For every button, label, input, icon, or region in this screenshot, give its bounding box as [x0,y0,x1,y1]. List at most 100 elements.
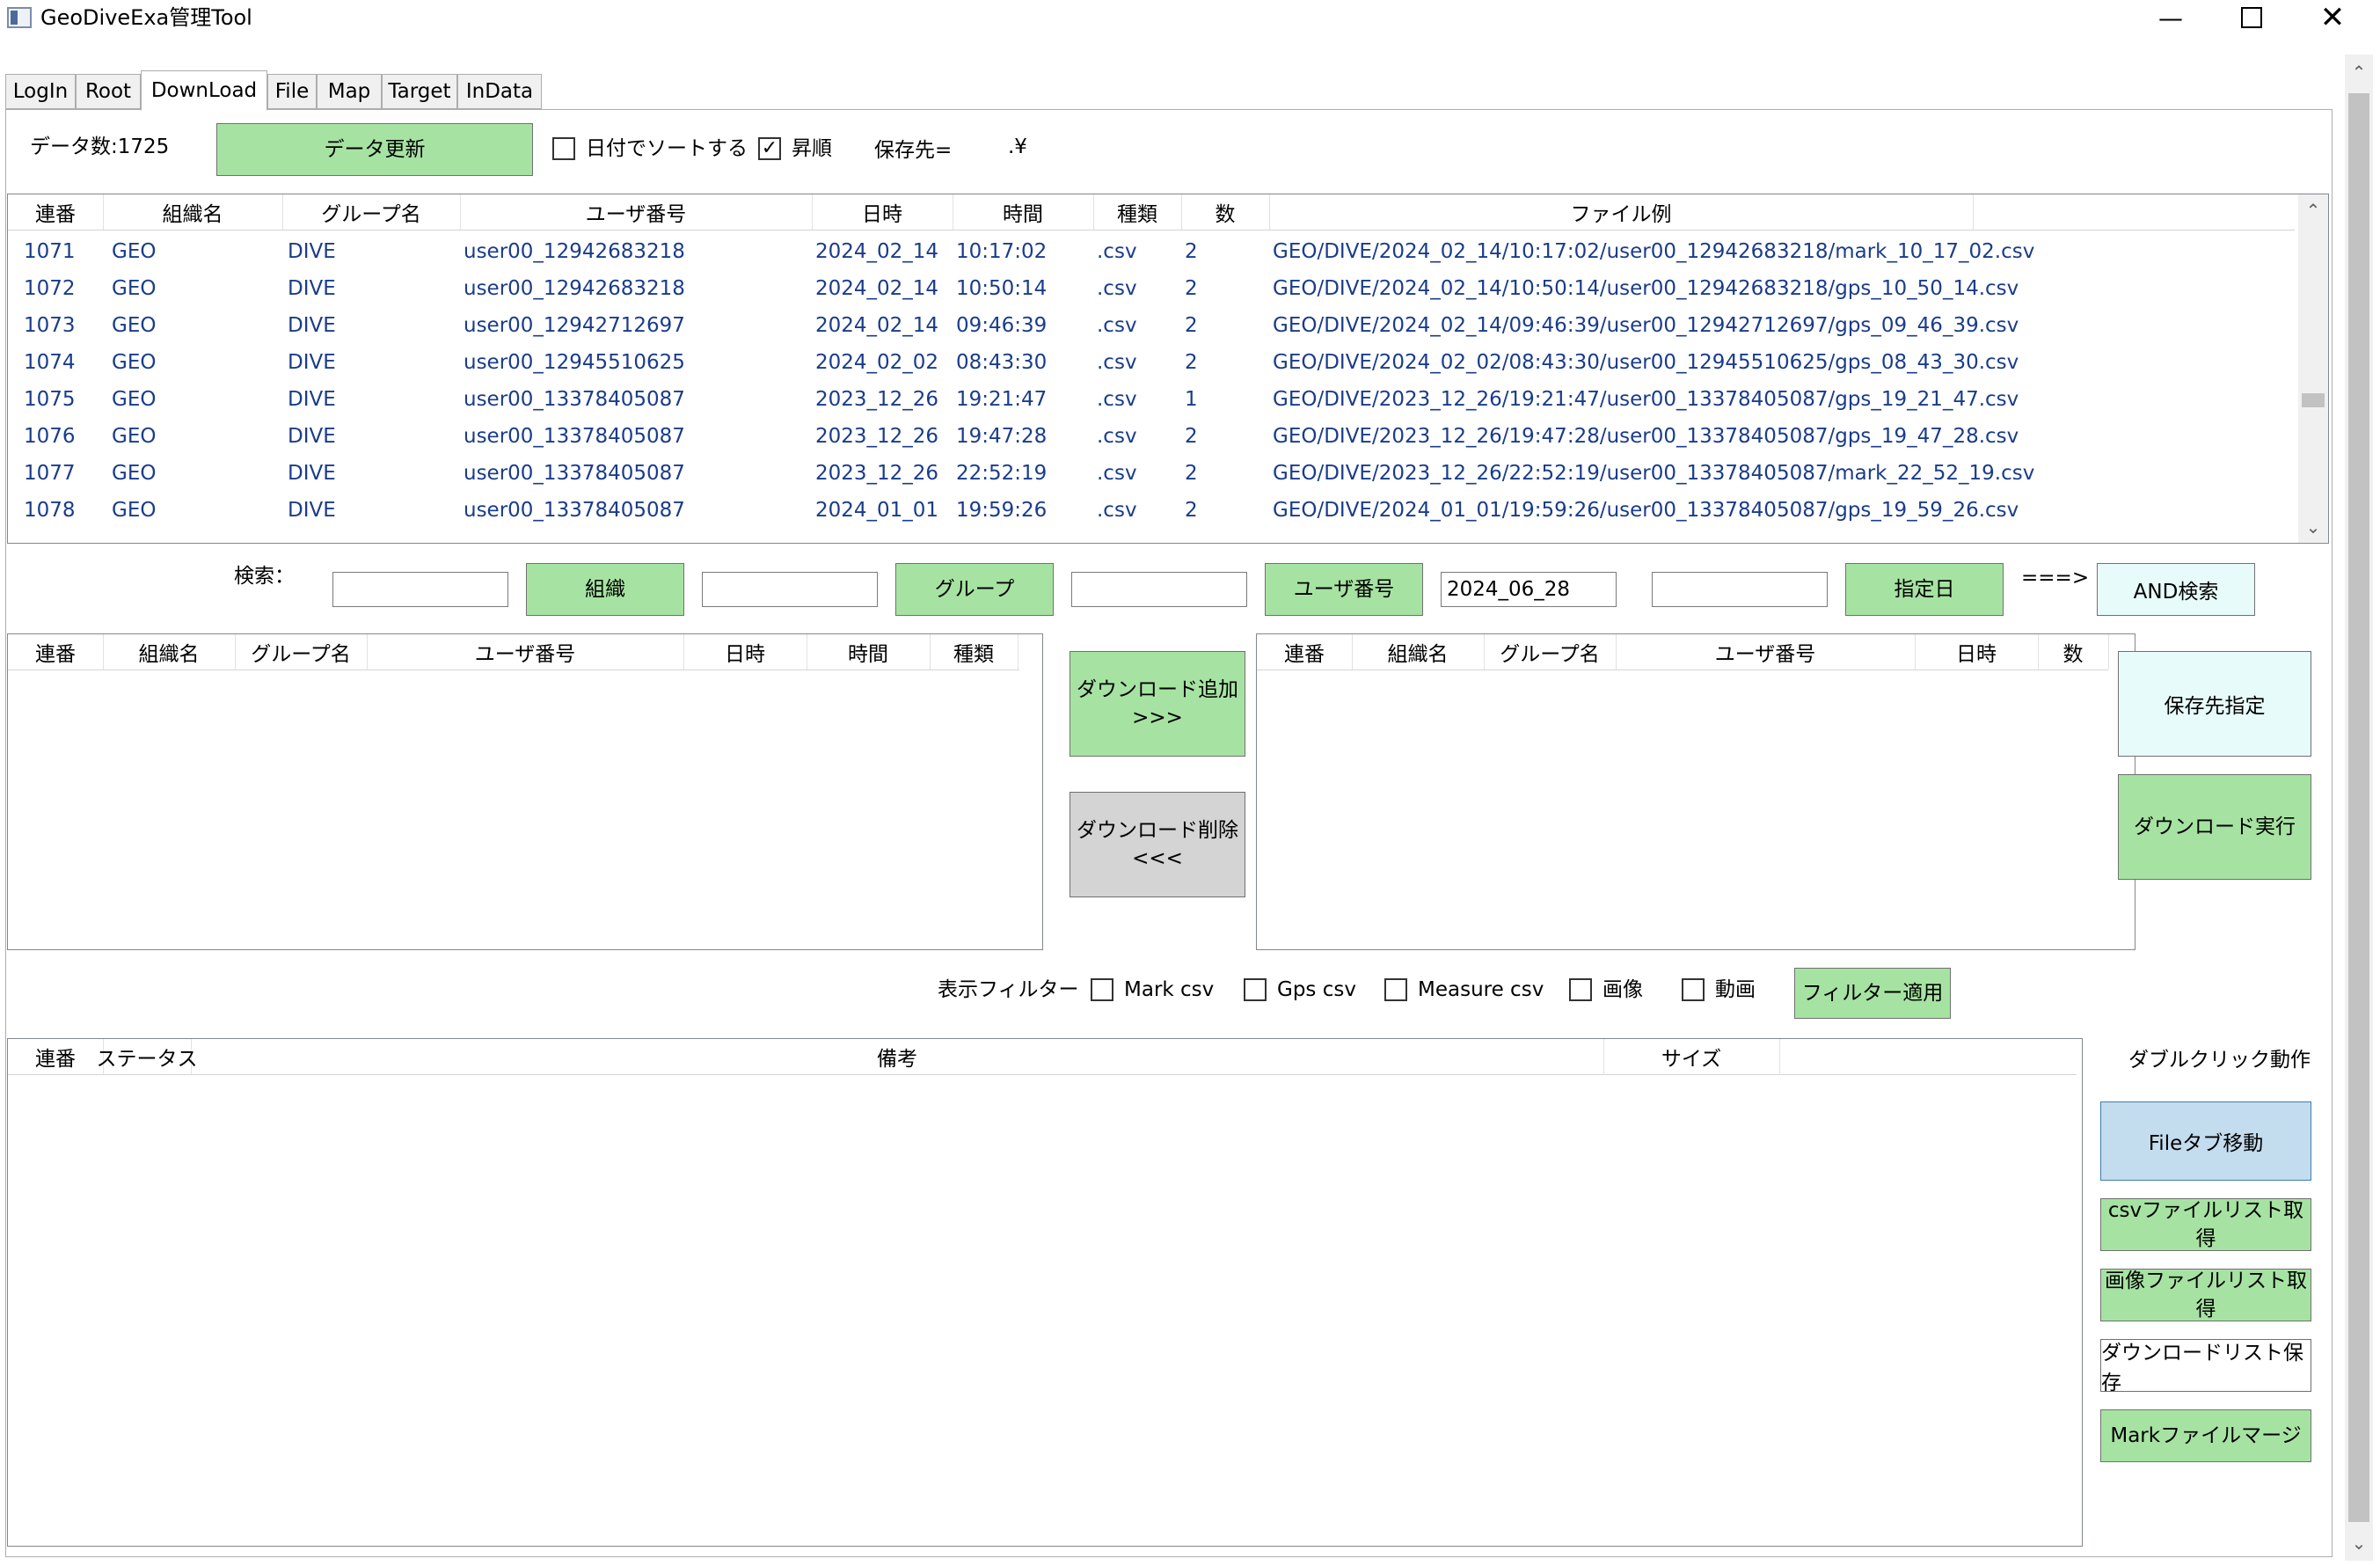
data-refresh-button[interactable]: データ更新 [216,123,533,176]
main-data-table[interactable]: 連番 組織名 グループ名 ユーザ番号 日時 時間 種類 数 ファイル例 1071… [7,194,2329,544]
scroll-down-icon[interactable]: ⌄ [2298,511,2328,543]
col-header-no[interactable]: 連番 [8,194,104,230]
date-search-input[interactable]: 2024_06_28 [1441,572,1617,607]
tab-download[interactable]: DownLoad [141,70,267,111]
cell-group: DIVE [288,425,336,448]
mark-csv-checkbox[interactable] [1091,978,1113,1001]
group-search-input[interactable] [702,572,878,607]
col-header-user[interactable]: ユーザ番号 [1616,634,1916,670]
col-header-no[interactable]: 連番 [8,1039,104,1074]
extra-search-input[interactable] [1652,572,1828,607]
cell-user: user00_12942683218 [464,240,685,263]
col-header-no[interactable]: 連番 [1257,634,1353,670]
group-search-button[interactable]: グループ [895,563,1054,616]
col-header-group[interactable]: グループ名 [1484,634,1617,670]
tab-target[interactable]: Target [382,74,457,109]
date-search-button[interactable]: 指定日 [1845,563,2004,616]
cell-count: 2 [1185,351,1198,374]
main-table-header: 連番 組織名 グループ名 ユーザ番号 日時 時間 種類 数 ファイル例 [8,194,2295,231]
video-checkbox[interactable] [1682,978,1705,1001]
col-header-note[interactable]: 備考 [191,1039,1604,1074]
col-header-file-example[interactable]: ファイル例 [1269,194,1974,230]
dblclick-label: ダブルクリック動作 [2128,1049,2311,1072]
table-row[interactable]: 1071 GEO DIVE user00_12942683218 2024_02_14 1… [8,233,2295,270]
table-row[interactable]: 1073 GEO DIVE user00_12942712697 2024_02_14 0… [8,307,2295,344]
scroll-up-icon[interactable]: ⌃ [2345,55,2373,90]
tab-root[interactable]: Root [76,74,141,109]
table-row[interactable]: 1074 GEO DIVE user00_12945510625 2024_02_02 0… [8,344,2295,381]
cell-date: 2024_02_02 [815,351,939,374]
col-header-date[interactable]: 日時 [812,194,953,230]
table-row[interactable]: 1075 GEO DIVE user00_13378405087 2023_12_26 1… [8,381,2295,418]
measure-csv-checkbox[interactable] [1384,978,1407,1001]
mark-merge-button[interactable]: Markファイルマージ [2100,1409,2311,1462]
cell-time: 10:50:14 [956,277,1048,300]
col-header-group[interactable]: グループ名 [235,634,368,670]
sort-by-date-label: 日付でソートする [586,137,748,160]
cell-file-example: GEO/DIVE/2024_02_02/08:43:30/user00_1294… [1273,351,2019,374]
table-row[interactable]: 1072 GEO DIVE user00_12942683218 2024_02_14 1… [8,270,2295,307]
scrollbar-thumb[interactable] [2348,93,2369,1522]
status-table[interactable]: 連番 ステータス 備考 サイズ [7,1038,2083,1547]
col-header-org[interactable]: 組織名 [1352,634,1485,670]
minimize-icon[interactable]: — [2135,0,2206,35]
col-header-size[interactable]: サイズ [1603,1039,1780,1074]
user-search-input[interactable] [1071,572,1247,607]
sort-by-date-checkbox[interactable] [552,137,575,160]
org-search-button[interactable]: 組織 [526,563,684,616]
scrollbar-thumb[interactable] [2302,393,2325,407]
data-count-label: データ数:1725 [30,135,170,158]
table-row[interactable]: 1076 GEO DIVE user00_13378405087 2023_12_26 1… [8,418,2295,455]
tab-indata[interactable]: InData [457,74,542,109]
ascending-checkbox[interactable]: ✓ [758,137,781,160]
col-header-no[interactable]: 連番 [8,634,104,670]
cell-file-example: GEO/DIVE/2023_12_26/19:21:47/user00_1337… [1273,388,2019,411]
col-header-user[interactable]: ユーザ番号 [367,634,684,670]
scroll-up-icon[interactable]: ⌃ [2298,194,2328,226]
tab-login[interactable]: LogIn [5,74,76,109]
file-tab-move-button[interactable]: Fileタブ移動 [2100,1101,2311,1181]
download-run-button[interactable]: ダウンロード実行 [2118,774,2311,880]
gps-csv-checkbox[interactable] [1244,978,1267,1001]
col-header-type[interactable]: 種類 [1093,194,1182,230]
and-search-button[interactable]: AND検索 [2097,563,2255,616]
close-icon[interactable]: ✕ [2297,0,2368,35]
main-table-scrollbar[interactable]: ⌃ ⌄ [2298,194,2328,543]
col-header-user[interactable]: ユーザ番号 [460,194,813,230]
col-header-group[interactable]: グループ名 [282,194,461,230]
scroll-down-icon[interactable]: ⌄ [2345,1526,2373,1561]
col-header-time[interactable]: 時間 [807,634,931,670]
col-header-org[interactable]: 組織名 [103,194,283,230]
col-header-count[interactable]: 数 [1181,194,1270,230]
user-search-button[interactable]: ユーザ番号 [1265,563,1423,616]
col-header-date[interactable]: 日時 [1915,634,2039,670]
table-row[interactable]: 1078 GEO DIVE user00_13378405087 2024_01_01 1… [8,492,2295,529]
col-header-date[interactable]: 日時 [683,634,807,670]
cell-type: .csv [1097,351,1137,374]
search-result-list[interactable]: 連番 組織名 グループ名 ユーザ番号 日時 時間 種類 [7,633,1043,950]
save-dest-button[interactable]: 保存先指定 [2118,651,2311,757]
table-row[interactable]: 1077 GEO DIVE user00_13378405087 2023_12_26 2… [8,455,2295,492]
tab-file[interactable]: File [267,74,317,109]
download-add-button[interactable]: ダウンロード追加 >>> [1070,651,1245,757]
org-search-input[interactable] [332,572,508,607]
image-checkbox[interactable] [1569,978,1592,1001]
col-header-type[interactable]: 種類 [930,634,1018,670]
csv-list-button[interactable]: csvファイルリスト取得 [2100,1198,2311,1251]
save-download-list-button[interactable]: ダウンロードリスト保存 [2100,1339,2311,1394]
tab-map[interactable]: Map [317,74,382,109]
download-queue-list[interactable]: 連番 組織名 グループ名 ユーザ番号 日時 数 [1256,633,2135,950]
col-header-time[interactable]: 時間 [953,194,1094,230]
window-scrollbar[interactable]: ⌃ ⌄ [2345,55,2373,1561]
image-list-button[interactable]: 画像ファイルリスト取得 [2100,1269,2311,1321]
filter-apply-button[interactable]: フィルター適用 [1794,968,1951,1019]
video-label: 動画 [1715,978,1756,1001]
col-header-org[interactable]: 組織名 [103,634,236,670]
download-remove-button[interactable]: ダウンロード削除 <<< [1070,792,1245,897]
col-header-count[interactable]: 数 [2038,634,2109,670]
cell-time: 10:17:02 [956,240,1048,263]
maximize-icon[interactable] [2216,0,2287,35]
cell-date: 2023_12_26 [815,462,939,485]
col-header-status[interactable]: ステータス [97,1039,198,1074]
cell-org: GEO [112,499,157,522]
